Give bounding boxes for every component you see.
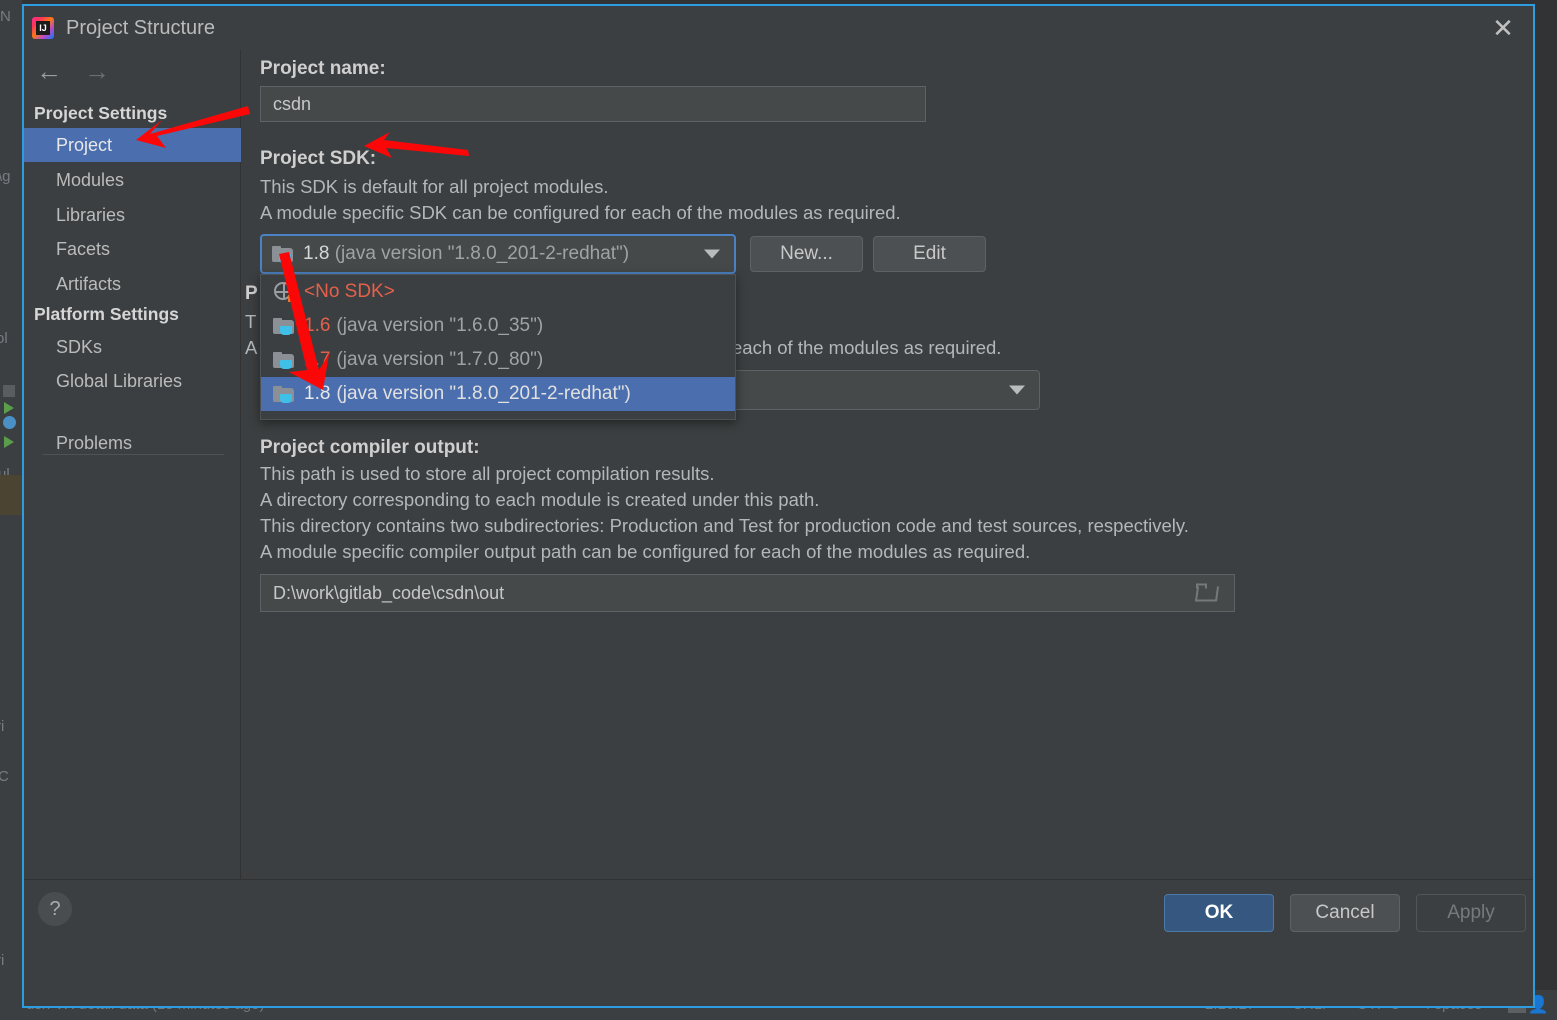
ok-button[interactable]: OK [1164, 894, 1274, 932]
sdk-option-version: 1.7 [304, 349, 331, 370]
sdk-folder-icon [273, 317, 295, 335]
project-sdk-label: Project SDK: [260, 148, 377, 169]
compiler-output-label: Project compiler output: [260, 437, 480, 458]
sidebar-item-label: Modules [56, 169, 125, 190]
chevron-down-icon [1009, 385, 1025, 395]
sdk-version: 1.8 [303, 243, 330, 264]
project-sdk-combo-value: 1.8 (java version "1.8.0_201-2-redhat") [303, 243, 629, 265]
ide-ghost-fragment: \g [0, 168, 11, 185]
sidebar-item-global-libraries[interactable]: Global Libraries [24, 364, 241, 398]
intellij-idea-icon-glyph: IJ [39, 23, 47, 33]
cancel-button[interactable]: Cancel [1290, 894, 1400, 932]
project-sdk-combo[interactable]: 1.8 (java version "1.8.0_201-2-redhat") [260, 234, 736, 274]
language-level-label-fragment: P [245, 283, 258, 304]
sidebar-item-artifacts[interactable]: Artifacts [24, 267, 241, 301]
compiler-output-input[interactable]: D:\work\gitlab_code\csdn\out [260, 574, 1235, 612]
compiler-output-desc-2: A directory corresponding to each module… [260, 489, 820, 510]
project-settings-panel: Project name: csdn Project SDK: This SDK… [242, 50, 1533, 945]
language-level-desc-fragment-2: A [245, 337, 258, 358]
ide-gutter-debug-icon[interactable] [3, 416, 16, 429]
apply-button: Apply [1416, 894, 1526, 932]
compiler-output-desc-3: This directory contains two subdirectori… [260, 515, 1189, 536]
ide-ghost-fragment: C [0, 768, 9, 785]
sidebar-item-label: Artifacts [56, 273, 122, 294]
sidebar-group-project-settings: Project Settings [34, 103, 168, 123]
intellij-idea-icon: IJ [32, 17, 54, 39]
sdk-option-no-sdk[interactable]: <No SDK> [261, 275, 735, 309]
project-name-label: Project name: [260, 58, 386, 79]
sdk-folder-icon [273, 351, 295, 369]
sdk-folder-icon [272, 245, 294, 263]
sdk-option-label: <No SDK> [304, 281, 395, 302]
sidebar-item-facets[interactable]: Facets [24, 232, 241, 266]
sidebar-item-label: Facets [56, 238, 111, 259]
ide-gutter-run-icon[interactable] [4, 402, 14, 414]
settings-sidebar: ← → Project Settings Project Modules Lib… [24, 50, 241, 945]
sidebar-item-label: Global Libraries [56, 370, 183, 391]
close-icon[interactable]: ✕ [1473, 6, 1533, 50]
sidebar-item-label: Problems [56, 432, 133, 453]
language-level-desc-fragment-1: T [245, 311, 257, 332]
ide-left-gutter: N \g ol ul ri C ri g [0, 0, 22, 1020]
compiler-output-desc-4: A module specific compiler output path c… [260, 541, 1031, 562]
ide-gutter-highlight [0, 475, 22, 515]
sdk-option-detail: (java version "1.7.0_80") [336, 349, 544, 370]
language-level-desc-tail: each of the modules as required. [732, 337, 1002, 358]
project-name-input[interactable]: csdn [260, 86, 926, 122]
help-button[interactable]: ? [38, 892, 72, 926]
sidebar-item-label: Libraries [56, 204, 126, 225]
project-name-value: csdn [273, 93, 312, 114]
new-sdk-button[interactable]: New... [750, 236, 863, 272]
edit-sdk-button[interactable]: Edit [873, 236, 986, 272]
ide-ghost-fragment: ol [0, 330, 8, 347]
ide-ghost-fragment: ri [0, 952, 5, 969]
back-arrow-icon[interactable]: ← [36, 58, 62, 84]
sdk-option-detail: (java version "1.6.0_35") [336, 315, 544, 336]
cancel-button-label: Cancel [1315, 902, 1375, 923]
sdk-option-version: 1.6 [304, 315, 331, 336]
forward-arrow-icon[interactable]: → [84, 58, 110, 84]
ok-button-label: OK [1204, 902, 1234, 923]
ide-gutter-square-icon [3, 385, 15, 397]
folder-browse-icon[interactable] [1194, 583, 1220, 603]
compiler-output-desc-1: This path is used to store all project c… [260, 463, 715, 484]
sdk-detail: (java version "1.8.0_201-2-redhat") [334, 243, 630, 264]
sidebar-nav-arrows: ← → [36, 58, 110, 84]
sdk-option-1-8[interactable]: 1.8 (java version "1.8.0_201-2-redhat") [261, 377, 735, 411]
sidebar-item-libraries[interactable]: Libraries [24, 198, 241, 232]
project-sdk-desc-line-1: This SDK is default for all project modu… [260, 176, 609, 197]
sidebar-item-sdks[interactable]: SDKs [24, 330, 241, 364]
sdk-folder-icon [273, 385, 295, 403]
chevron-down-icon[interactable] [704, 249, 720, 259]
dialog-body: ← → Project Settings Project Modules Lib… [24, 50, 1533, 945]
new-sdk-button-label: New... [780, 243, 833, 264]
dialog-footer: ? OK Cancel Apply [24, 879, 1533, 945]
sdk-dropdown-popup[interactable]: <No SDK> 1.6 (java version "1.6.0_35") 1… [260, 274, 736, 420]
edit-sdk-button-label: Edit [913, 243, 946, 264]
ide-ghost-fragment: N [0, 8, 11, 25]
sdk-option-detail: (java version "1.8.0_201-2-redhat") [336, 383, 631, 404]
apply-button-label: Apply [1447, 902, 1495, 923]
sidebar-item-modules[interactable]: Modules [24, 163, 241, 197]
sidebar-item-project[interactable]: Project [24, 128, 241, 162]
sidebar-group-platform-settings: Platform Settings [34, 304, 179, 324]
sidebar-item-problems[interactable]: Problems [24, 426, 241, 460]
sdk-option-1-7[interactable]: 1.7 (java version "1.7.0_80") [261, 343, 735, 377]
dialog-title: Project Structure [66, 16, 215, 39]
compiler-output-value: D:\work\gitlab_code\csdn\out [273, 582, 505, 603]
ide-ghost-fragment: ri [0, 718, 5, 735]
sdk-option-version: 1.8 [304, 383, 331, 404]
language-level-combo[interactable] [730, 370, 1040, 410]
sidebar-item-label: SDKs [56, 336, 103, 357]
project-structure-dialog: IJ Project Structure ✕ ← → Project Setti… [22, 4, 1535, 1008]
sidebar-item-label: Project [56, 134, 113, 155]
no-sdk-globe-icon [273, 282, 295, 302]
ide-gutter-run-icon[interactable] [4, 436, 14, 448]
dialog-titlebar: IJ Project Structure ✕ [24, 6, 1533, 50]
sdk-option-1-6[interactable]: 1.6 (java version "1.6.0_35") [261, 309, 735, 343]
project-sdk-desc-line-2: A module specific SDK can be configured … [260, 202, 901, 223]
